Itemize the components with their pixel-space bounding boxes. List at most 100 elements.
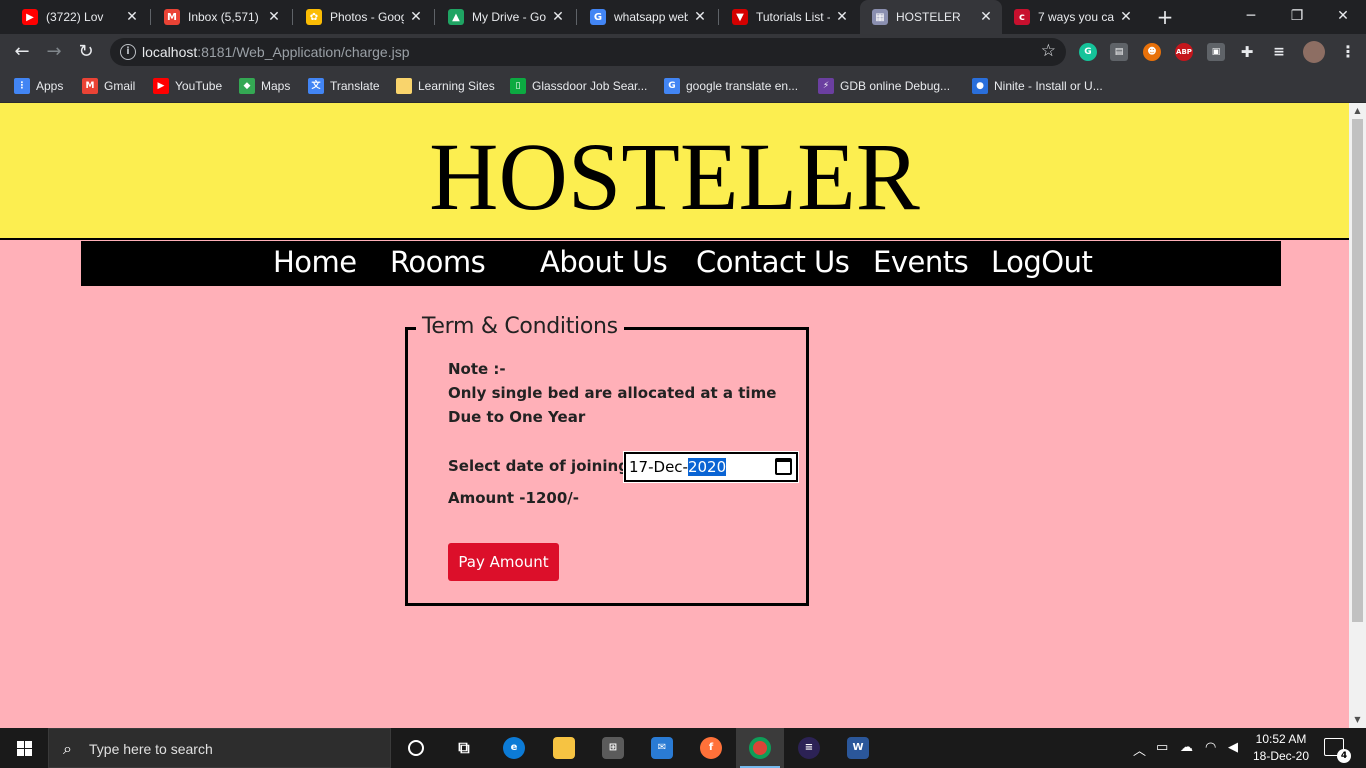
search-placeholder: Type here to search <box>89 741 213 757</box>
chrome-icon[interactable] <box>736 728 784 768</box>
close-tab-icon[interactable]: ✕ <box>834 9 850 25</box>
edge-icon[interactable]: e <box>490 728 538 768</box>
nav-events[interactable]: Events <box>873 245 969 279</box>
youtube-icon: ▶ <box>22 9 38 25</box>
task-view-icon[interactable]: ⧉ <box>440 728 488 768</box>
extensions-puzzle-icon[interactable]: ✚ <box>1238 43 1256 61</box>
system-clock[interactable]: 10:52 AM 18-Dec-20 <box>1246 731 1316 765</box>
battery-icon[interactable]: ▭ <box>1156 740 1168 755</box>
ninite-icon: ● <box>972 78 988 94</box>
media-queue-icon[interactable]: ≡ <box>1270 43 1288 61</box>
start-button[interactable] <box>0 728 48 768</box>
firefox-icon[interactable]: f <box>687 728 735 768</box>
browser-tab-active[interactable]: ▦ HOSTELER ✕ <box>860 0 1002 34</box>
address-bar[interactable]: i localhost:8181/Web_Application/charge.… <box>110 38 1066 66</box>
browser-tab[interactable]: ▼ Tutorials List - ✕ <box>720 0 858 34</box>
extension-icon[interactable]: ☻ <box>1143 43 1161 61</box>
close-tab-icon[interactable]: ✕ <box>266 9 282 25</box>
browser-tab[interactable]: M Inbox (5,571) - ✕ <box>152 0 290 34</box>
eclipse-icon[interactable]: ≡ <box>785 728 833 768</box>
join-date-label: Select date of joining - <box>448 457 641 475</box>
wifi-icon[interactable]: ◠ <box>1205 740 1216 755</box>
browser-tab[interactable]: G whatsapp web ✕ <box>578 0 716 34</box>
adblock-plus-icon[interactable]: ABP <box>1175 43 1193 61</box>
date-day[interactable]: 17 <box>629 458 648 476</box>
grammarly-icon[interactable]: G <box>1079 43 1097 61</box>
bookmark-ninite[interactable]: ● Ninite - Install or U... <box>972 76 1103 96</box>
mail-icon[interactable]: ✉ <box>638 728 686 768</box>
date-year[interactable]: 2020 <box>687 458 727 476</box>
site-info-icon[interactable]: i <box>120 44 136 60</box>
browser-tab[interactable]: ▲ My Drive - Go ✕ <box>436 0 574 34</box>
nav-about-us[interactable]: About Us <box>540 245 668 279</box>
close-tab-icon[interactable]: ✕ <box>550 9 566 25</box>
browser-tab[interactable]: ▶ (3722) Lov ✕ <box>10 0 148 34</box>
bookmark-google-translate[interactable]: G google translate en... <box>664 76 798 96</box>
menu-kebab-icon[interactable]: ⋮ <box>1339 43 1357 61</box>
bookmarks-bar: ⋮ Apps M Gmail ▶ YouTube ◆ Maps 文 Transl… <box>0 70 1366 103</box>
back-arrow-icon[interactable]: ← <box>10 40 34 64</box>
page-viewport: HOSTELER Home Rooms About Us Contact Us … <box>0 103 1349 728</box>
join-date-input[interactable]: 17- Dec -2020 <box>623 451 799 483</box>
google-photos-icon: ✿ <box>306 9 322 25</box>
forward-arrow-icon[interactable]: → <box>42 40 66 64</box>
browser-tab[interactable]: ✿ Photos - Goog ✕ <box>294 0 432 34</box>
close-tab-icon[interactable]: ✕ <box>692 9 708 25</box>
volume-icon[interactable]: ◀ <box>1228 740 1238 755</box>
nav-logout[interactable]: LogOut <box>991 245 1093 279</box>
close-tab-icon[interactable]: ✕ <box>978 9 994 25</box>
terms-fieldset: Term & Conditions Note :- Only single be… <box>405 314 809 606</box>
microsoft-store-icon[interactable]: ⊞ <box>589 728 637 768</box>
avatar[interactable] <box>1303 41 1325 63</box>
taskbar-search[interactable]: ⌕ Type here to search <box>48 728 391 768</box>
bookmark-apps[interactable]: ⋮ Apps <box>14 76 63 96</box>
gmail-icon: M <box>82 78 98 94</box>
windows-taskbar: ⌕ Type here to search ⧉ e ⊞ ✉ f ≡ W ︿ ▭ … <box>0 728 1366 768</box>
scroll-up-arrow-icon[interactable]: ▲ <box>1352 105 1363 117</box>
word-icon[interactable]: W <box>834 728 882 768</box>
bookmark-star-icon[interactable]: ☆ <box>1041 41 1056 61</box>
date-month[interactable]: Dec <box>654 458 683 476</box>
bookmark-glassdoor[interactable]: ▯ Glassdoor Job Sear... <box>510 76 647 96</box>
reload-icon[interactable]: ↻ <box>74 40 98 64</box>
minimize-icon[interactable]: ─ <box>1228 0 1274 32</box>
close-window-icon[interactable]: ✕ <box>1320 0 1366 32</box>
close-tab-icon[interactable]: ✕ <box>124 9 140 25</box>
onedrive-cloud-icon[interactable]: ☁ <box>1180 740 1193 755</box>
chevron-up-icon[interactable]: ︿ <box>1133 740 1146 759</box>
bookmark-label: Ninite - Install or U... <box>994 79 1103 93</box>
cortana-icon[interactable] <box>392 728 440 768</box>
bookmark-maps[interactable]: ◆ Maps <box>239 76 290 96</box>
new-tab-icon[interactable]: + <box>1155 7 1175 27</box>
extension-icon[interactable]: ▣ <box>1207 43 1225 61</box>
scroll-down-arrow-icon[interactable]: ▼ <box>1352 714 1363 726</box>
bookmark-gdb[interactable]: ⚡ GDB online Debug... <box>818 76 950 96</box>
tab-separator <box>292 9 293 25</box>
nav-rooms[interactable]: Rooms <box>390 245 486 279</box>
close-tab-icon[interactable]: ✕ <box>1118 9 1134 25</box>
bookmark-gmail[interactable]: M Gmail <box>82 76 135 96</box>
scrollbar-thumb[interactable] <box>1352 119 1363 622</box>
pay-amount-button[interactable]: Pay Amount <box>448 543 559 581</box>
extension-icon[interactable]: ▤ <box>1110 43 1128 61</box>
nav-home[interactable]: Home <box>273 245 357 279</box>
action-center-icon[interactable]: 4 <box>1324 738 1351 763</box>
bookmark-youtube[interactable]: ▶ YouTube <box>153 76 222 96</box>
browser-toolbar: ← → ↻ i localhost:8181/Web_Application/c… <box>0 34 1366 70</box>
search-icon: ⌕ <box>63 739 72 758</box>
apps-grid-icon: ⋮ <box>14 78 30 94</box>
browser-tab[interactable]: c 7 ways you ca ✕ <box>1002 0 1142 34</box>
close-tab-icon[interactable]: ✕ <box>408 9 424 25</box>
calendar-icon[interactable] <box>775 458 792 475</box>
bookmark-translate[interactable]: 文 Translate <box>308 76 380 96</box>
bookmark-label: Glassdoor Job Sear... <box>532 79 648 93</box>
gdb-icon: ⚡ <box>818 78 834 94</box>
bookmark-label: Translate <box>330 79 380 93</box>
tutorials-icon: ▼ <box>732 9 748 25</box>
page-scrollbar[interactable]: ▲ ▼ <box>1349 103 1366 728</box>
file-explorer-icon[interactable] <box>540 728 588 768</box>
bookmark-folder-learning-sites[interactable]: Learning Sites <box>396 76 495 96</box>
nav-contact-us[interactable]: Contact Us <box>696 245 850 279</box>
main-nav: Home Rooms About Us Contact Us Events Lo… <box>81 241 1281 286</box>
restore-icon[interactable]: ❐ <box>1274 0 1320 32</box>
